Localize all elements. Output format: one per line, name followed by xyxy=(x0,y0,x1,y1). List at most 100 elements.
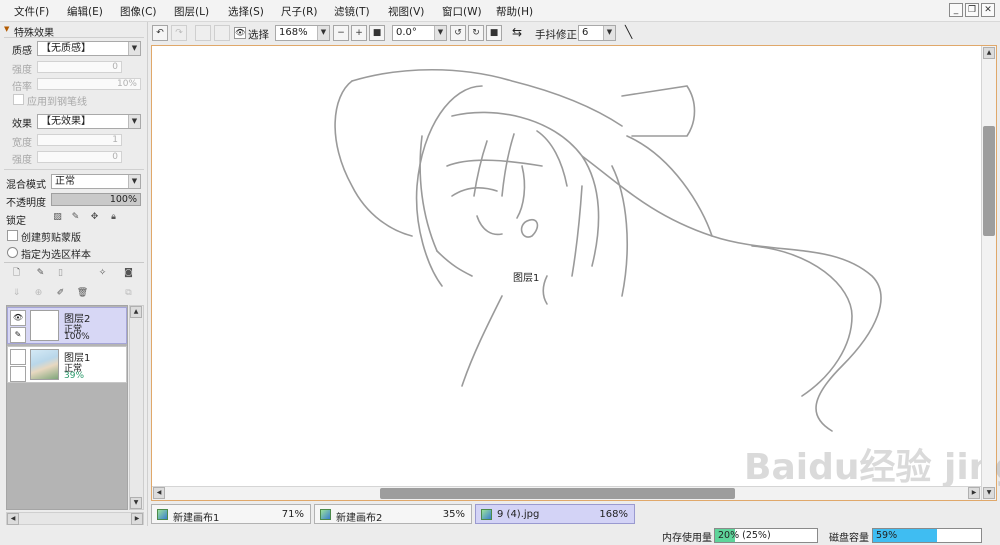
strength-label: 强度 xyxy=(12,65,32,76)
lock-paint-icon[interactable]: ✎ xyxy=(69,211,82,224)
texture-select[interactable]: 【无质感】 ▼ xyxy=(37,41,141,56)
chevron-down-icon: ▼ xyxy=(128,42,140,55)
stabilizer-select[interactable]: 6 ▼ xyxy=(578,25,616,41)
disk-meter: 59% xyxy=(872,528,982,543)
new-layer-icon[interactable]: 🗋︎ xyxy=(10,267,23,280)
rotate-reset-icon[interactable]: ■ xyxy=(486,25,502,41)
doc-tab-name: 9 (4).jpg xyxy=(497,509,540,520)
doc-tab-zoom: 168% xyxy=(599,509,628,520)
layer-row[interactable]: 👁︎ ✎ 图层2 正常 100% xyxy=(7,307,127,344)
strength-field[interactable]: 0 xyxy=(37,61,122,73)
merge-visible-icon[interactable]: ⧉ xyxy=(122,287,135,300)
menu-view[interactable]: 视图(V) xyxy=(388,4,424,19)
close-button[interactable]: ✕ xyxy=(981,3,995,17)
apply-pen-checkbox[interactable] xyxy=(13,94,24,105)
select-label: 选择 xyxy=(248,29,269,41)
clear-layer-icon[interactable]: ✐ xyxy=(54,287,67,300)
rotation-select[interactable]: 0.0° ▼ xyxy=(392,25,447,41)
layer-list-scrollbar[interactable]: ▲ ▼ xyxy=(129,305,144,510)
canvas-area[interactable]: 图层1 Baidu经验 jingyan.baidu.com xyxy=(151,45,1000,501)
transfer-down-icon[interactable]: ⇓ xyxy=(10,287,23,300)
restore-button[interactable]: ❐ xyxy=(965,3,979,17)
eye-icon[interactable]: 👁︎ xyxy=(10,310,26,326)
layer-opacity: 100% xyxy=(64,332,90,342)
canvas-vscrollbar[interactable]: ▲ ▼ xyxy=(981,46,996,500)
lock-move-icon[interactable]: ✥ xyxy=(88,211,101,224)
stabilizer-select-value: 6 xyxy=(582,27,589,38)
effect-label: 效果 xyxy=(12,119,32,130)
ratio-field[interactable]: 10% xyxy=(37,78,141,90)
menu-help[interactable]: 帮助(H) xyxy=(496,4,533,19)
undo-icon[interactable]: ↶ xyxy=(152,25,168,41)
scroll-right-icon[interactable]: ▶ xyxy=(968,487,980,499)
chevron-down-icon: ▼ xyxy=(128,115,140,128)
flip-icon[interactable]: ⇆ xyxy=(512,25,522,39)
canvas-hscrollbar[interactable]: ◀ ▶ xyxy=(152,486,981,500)
scroll-left-icon[interactable]: ◀ xyxy=(7,513,19,525)
layer-toolbar: 🗋︎ ✎ ▯ ✧ ◙ ⇓ ⊕ ✐ 🗑︎ ⧉ xyxy=(6,264,144,304)
collapse-triangle-icon[interactable]: ▼ xyxy=(4,25,9,33)
doc-tab-active[interactable]: 9 (4).jpg 168% xyxy=(475,504,635,524)
line-tool-icon[interactable]: ╲ xyxy=(625,25,632,39)
doc-tab[interactable]: 新建画布1 71% xyxy=(151,504,311,524)
layer-hscrollbar[interactable]: ◀ ▶ xyxy=(6,512,144,525)
rotation-select-value: 0.0° xyxy=(396,27,417,38)
pen-lock-toggle[interactable] xyxy=(10,366,26,382)
zoom-select[interactable]: 168% ▼ xyxy=(275,25,330,41)
blend-select[interactable]: 正常 ▼ xyxy=(51,174,141,189)
invert-select-icon[interactable] xyxy=(214,25,230,41)
menu-select[interactable]: 选择(S) xyxy=(228,4,264,19)
merge-down-icon[interactable]: ⊕ xyxy=(32,287,45,300)
vector-icon[interactable]: ✧ xyxy=(96,267,109,280)
lock-all-icon[interactable]: 🔒︎ xyxy=(107,211,120,224)
zoom-in-icon[interactable]: + xyxy=(351,25,367,41)
doc-tab[interactable]: 新建画布2 35% xyxy=(314,504,472,524)
lock-transparency-icon[interactable]: ▨ xyxy=(51,211,64,224)
clip-mask-label: 创建剪贴蒙版 xyxy=(21,233,81,244)
zoom-select-value: 168% xyxy=(279,27,308,38)
rotate-right-icon[interactable]: ↻ xyxy=(468,25,484,41)
image-icon xyxy=(157,509,168,520)
scroll-left-icon[interactable]: ◀ xyxy=(153,487,165,499)
menubar: 文件(F) 编辑(E) 图像(C) 图层(L) 选择(S) 尺子(R) 滤镜(T… xyxy=(0,0,1000,22)
menu-filter[interactable]: 滤镜(T) xyxy=(334,4,370,19)
new-folder-icon[interactable]: ▯ xyxy=(54,267,67,280)
scroll-down-icon[interactable]: ▼ xyxy=(130,497,142,509)
redo-icon[interactable]: ↷ xyxy=(171,25,187,41)
trash-icon[interactable]: 🗑︎ xyxy=(76,287,89,300)
layer-row[interactable]: 图层1 正常 39% xyxy=(7,346,127,383)
scroll-thumb[interactable] xyxy=(380,488,735,499)
apply-pen-label: 应用到钢笔线 xyxy=(27,97,87,108)
pen-lock-icon[interactable]: ✎ xyxy=(10,327,26,343)
menu-image[interactable]: 图像(C) xyxy=(120,4,157,19)
rotate-left-icon[interactable]: ↺ xyxy=(450,25,466,41)
scroll-up-icon[interactable]: ▲ xyxy=(130,306,142,318)
lock-label: 锁定 xyxy=(6,216,26,227)
zoom-reset-icon[interactable]: ■ xyxy=(369,25,385,41)
menu-file[interactable]: 文件(F) xyxy=(14,4,49,19)
eye-icon[interactable]: 👁︎ xyxy=(234,27,246,39)
scroll-thumb[interactable] xyxy=(983,126,995,236)
new-linework-layer-icon[interactable]: ✎ xyxy=(34,267,47,280)
menu-ruler[interactable]: 尺子(R) xyxy=(281,4,318,19)
minimize-button[interactable]: _ xyxy=(949,3,963,17)
scroll-down-icon[interactable]: ▼ xyxy=(983,487,995,499)
effect-select-value: 【无效果】 xyxy=(41,116,91,127)
visibility-toggle[interactable] xyxy=(10,349,26,365)
width-field[interactable]: 1 xyxy=(37,134,122,146)
menu-layer[interactable]: 图层(L) xyxy=(174,4,209,19)
clip-mask-checkbox[interactable] xyxy=(7,230,18,241)
layer-mask-icon[interactable]: ◙ xyxy=(122,267,135,280)
menu-window[interactable]: 窗口(W) xyxy=(442,4,482,19)
menu-edit[interactable]: 编辑(E) xyxy=(67,4,103,19)
zoom-out-icon[interactable]: − xyxy=(333,25,349,41)
opacity-slider[interactable]: 100% xyxy=(51,193,141,206)
selection-sample-radio[interactable] xyxy=(7,247,18,258)
scroll-up-icon[interactable]: ▲ xyxy=(983,47,995,59)
scroll-right-icon[interactable]: ▶ xyxy=(131,513,143,525)
sketch-drawing xyxy=(334,69,882,432)
deselect-icon[interactable] xyxy=(195,25,211,41)
effect-select[interactable]: 【无效果】 ▼ xyxy=(37,114,141,129)
effect-strength-field[interactable]: 0 xyxy=(37,151,122,163)
chevron-down-icon: ▼ xyxy=(434,26,446,40)
